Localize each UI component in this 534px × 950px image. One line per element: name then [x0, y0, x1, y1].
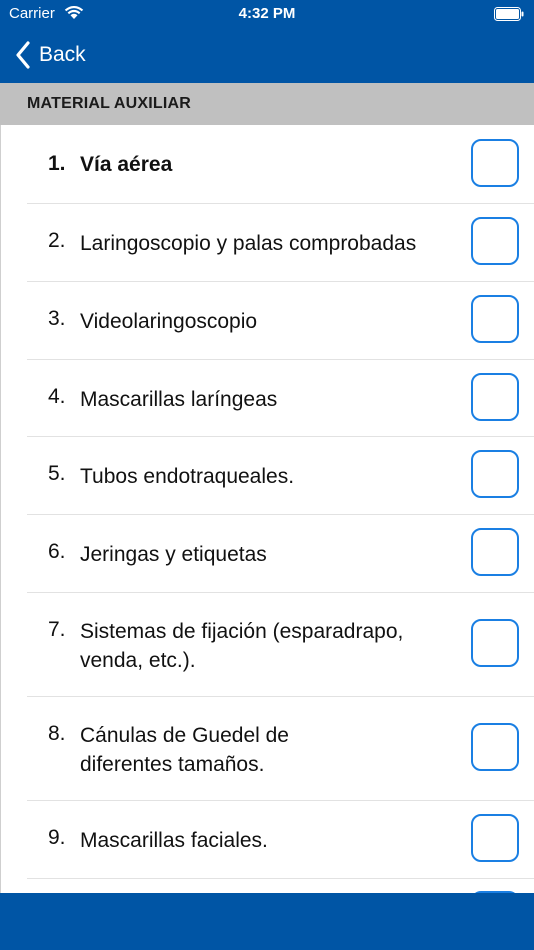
item-label: Sistemas de fijación (esparadrapo, venda…	[80, 620, 404, 672]
item-number: 2.	[48, 229, 66, 252]
item-number: 1.	[48, 152, 66, 175]
item-number: 6.	[48, 540, 66, 563]
battery-icon	[494, 7, 524, 26]
checkbox[interactable]	[471, 814, 519, 862]
list-item	[27, 879, 534, 893]
section-header: MATERIAL AUXILIAR	[0, 83, 534, 125]
item-number: 5.	[48, 462, 66, 485]
item-label: Vía aérea	[80, 153, 173, 176]
list-item: 9. Mascarillas faciales.	[27, 801, 534, 879]
list-item: 7. Sistemas de fijación (esparadrapo, ve…	[27, 593, 534, 697]
list-item: 1. Vía aérea	[27, 125, 534, 204]
item-label: Tubos endotraqueales.	[80, 465, 295, 488]
list-item: 2. Laringoscopio y palas comprobadas	[27, 204, 534, 282]
item-label: Mascarillas laríngeas	[80, 388, 278, 411]
bottom-toolbar	[0, 893, 534, 950]
checkbox[interactable]	[471, 373, 519, 421]
back-label: Back	[39, 43, 86, 66]
checkbox[interactable]	[471, 619, 519, 667]
chevron-left-icon	[16, 41, 30, 69]
checkbox[interactable]	[471, 723, 519, 771]
checkbox[interactable]	[471, 217, 519, 265]
item-number: 4.	[48, 385, 66, 408]
checkbox[interactable]	[471, 528, 519, 576]
list-item: 6. Jeringas y etiquetas	[27, 515, 534, 593]
checklist: 1. Vía aérea 2. Laringoscopio y palas co…	[0, 125, 534, 893]
navigation-bar: Carrier 4:32 PM Back	[0, 0, 534, 83]
status-bar: Carrier 4:32 PM	[0, 0, 534, 28]
list-item: 3. Videolaringoscopio	[27, 282, 534, 360]
back-button[interactable]: Back	[15, 40, 86, 70]
item-label: Videolaringoscopio	[80, 310, 258, 333]
item-number: 3.	[48, 307, 66, 330]
item-label: Laringoscopio y palas comprobadas	[80, 232, 417, 255]
checkbox[interactable]	[471, 450, 519, 498]
clock: 4:32 PM	[238, 5, 296, 22]
section-title: MATERIAL AUXILIAR	[27, 95, 191, 112]
item-number: 7.	[48, 618, 66, 641]
list-item: 5. Tubos endotraqueales.	[27, 437, 534, 515]
list-item: 4. Mascarillas laríngeas	[27, 360, 534, 437]
item-label: Cánulas de Guedel de diferentes tamaños.	[80, 724, 289, 776]
item-label: Jeringas y etiquetas	[80, 543, 267, 566]
checkbox[interactable]	[471, 139, 519, 187]
checkbox[interactable]	[471, 295, 519, 343]
list-item: 8. Cánulas de Guedel de diferentes tamañ…	[27, 697, 534, 801]
item-label: Mascarillas faciales.	[80, 829, 268, 852]
item-number: 9.	[48, 826, 66, 849]
item-number: 8.	[48, 722, 66, 745]
